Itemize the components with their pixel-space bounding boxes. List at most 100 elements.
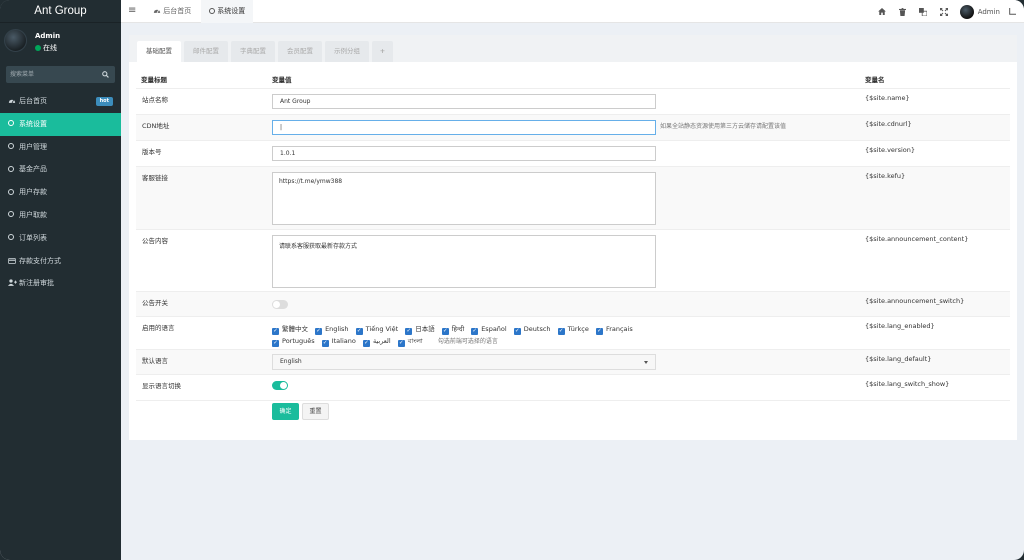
lang-checkbox-hi[interactable]: ✓ हिन्दी xyxy=(441,323,464,335)
sidebar-item-label: 新注册审批 xyxy=(19,279,54,288)
sidebar-item-user-withdrawals[interactable]: 用户取款 xyxy=(0,204,121,227)
row-var: {$site.lang_default} xyxy=(865,355,932,363)
hamburger-menu-icon[interactable]: ≡ xyxy=(128,5,136,16)
translate-icon[interactable] xyxy=(918,7,927,16)
select-value: English xyxy=(280,358,302,365)
config-tabs: 基础配置 邮件配置 字典配置 会员配置 示例分组 + xyxy=(129,35,1017,62)
search-icon[interactable] xyxy=(102,71,109,78)
sidebar-menu: 后台首页 hot 系统设置 用户管理 基金产品 用户存款 用户取款 订单列表 存… xyxy=(0,90,121,295)
cdn-url-input[interactable] xyxy=(272,120,656,135)
row-kefu: 客服链接 https://t.me/ymw388 {$site.kefu} xyxy=(136,166,1010,229)
row-var: {$site.announcement_content} xyxy=(865,235,969,243)
row-var: {$site.kefu} xyxy=(865,172,906,180)
default-language-select[interactable]: English xyxy=(272,354,656,370)
language-checkboxes: ✓ 繁體中文 ✓ English ✓ Tiếng Việt ✓ 日本語 ✓ हिन्दी … xyxy=(272,323,656,348)
sidebar-item-fund-products[interactable]: 基金产品 xyxy=(0,158,121,181)
top-username[interactable]: Admin xyxy=(978,8,1000,16)
row-var: {$site.name} xyxy=(865,94,910,102)
online-dot-icon xyxy=(35,44,41,51)
announcement-textarea[interactable]: 请联系客服获取最新存款方式 xyxy=(272,235,656,288)
settings-panel: 基础配置 邮件配置 字典配置 会员配置 示例分组 + 变量标题 变量值 变量名 … xyxy=(129,35,1017,440)
circle-icon xyxy=(8,181,17,204)
sidebar: Ant Group Admin 在线 后台首页 hot 系统设置 用户管理 xyxy=(0,0,121,560)
row-language-switch: 显示语言切换 {$site.lang_switch_show} xyxy=(136,374,1010,400)
sidebar-item-system-settings[interactable]: 系统设置 xyxy=(0,112,121,136)
tab-dictionary-config[interactable]: 字典配置 xyxy=(231,41,275,62)
sidebar-item-orders[interactable]: 订单列表 xyxy=(0,227,121,250)
sidebar-item-dashboard[interactable]: 后台首页 hot xyxy=(0,90,121,113)
lang-checkbox-bn[interactable]: ✓ বাংলা xyxy=(397,335,423,347)
lang-checkbox-es[interactable]: ✓ Español xyxy=(471,323,507,335)
cdn-hint: 如果全站静态资源使用第三方云储存请配置该值 xyxy=(660,123,787,130)
tab-system-settings[interactable]: 系统设置 xyxy=(201,0,254,23)
user-panel: Admin 在线 xyxy=(0,23,121,63)
dashboard-icon xyxy=(8,90,17,113)
row-label: CDN地址 xyxy=(142,122,170,130)
lang-checkbox-ar[interactable]: ✓ العربية xyxy=(362,335,391,347)
submit-button[interactable]: 确定 xyxy=(272,403,299,420)
kefu-link-textarea[interactable]: https://t.me/ymw388 xyxy=(272,172,656,225)
row-label: 默认语言 xyxy=(142,357,168,365)
top-toolbar: Admin xyxy=(865,0,1016,23)
tab-basic-config[interactable]: 基础配置 xyxy=(137,41,181,62)
sidebar-item-label: 后台首页 xyxy=(19,97,47,105)
row-label: 客服链接 xyxy=(142,174,168,182)
top-navbar: ≡ 后台首页 系统设置 Admin xyxy=(121,0,1024,23)
language-hint: 勾选前端可选择的语言 xyxy=(437,338,498,345)
lang-checkbox-it[interactable]: ✓ Italiano xyxy=(321,335,356,347)
row-default-language: 默认语言 English {$site.lang_default} xyxy=(136,349,1010,374)
credit-card-icon xyxy=(8,250,17,273)
sidebar-item-label: 订单列表 xyxy=(19,233,47,242)
home-icon[interactable] xyxy=(877,8,886,15)
lang-checkbox-tr[interactable]: ✓ Türkçe xyxy=(557,323,589,335)
sidebar-item-registration-approval[interactable]: 新注册审批 xyxy=(0,272,121,295)
sidebar-item-user-deposits[interactable]: 用户存款 xyxy=(0,181,121,204)
fullscreen-icon[interactable] xyxy=(939,7,948,16)
trash-icon[interactable] xyxy=(898,7,906,16)
lang-checkbox-fr[interactable]: ✓ Français xyxy=(595,323,633,335)
row-label: 启用的语言 xyxy=(142,324,175,332)
tab-label: 系统设置 xyxy=(217,7,246,15)
row-languages: 启用的语言 ✓ 繁體中文 ✓ English ✓ Tiếng Việt ✓ 日本語 ✓ ह… xyxy=(136,316,1010,349)
settings-toggle-icon[interactable] xyxy=(1009,8,1016,15)
lang-checkbox-zh-tw[interactable]: ✓ 繁體中文 xyxy=(272,323,308,335)
announcement-toggle[interactable] xyxy=(272,300,288,309)
app-window: Ant Group Admin 在线 后台首页 hot 系统设置 用户管理 xyxy=(0,0,1024,560)
row-label: 公告开关 xyxy=(142,299,168,307)
tab-dashboard[interactable]: 后台首页 xyxy=(145,0,199,23)
sidebar-search xyxy=(6,66,115,83)
add-tab-button[interactable]: + xyxy=(372,41,393,62)
lang-checkbox-en[interactable]: ✓ English xyxy=(315,323,349,335)
lang-checkbox-de[interactable]: ✓ Deutsch xyxy=(513,323,551,335)
circle-icon xyxy=(8,136,17,159)
reset-button[interactable]: 重置 xyxy=(302,403,329,420)
search-input[interactable] xyxy=(6,66,96,83)
dashboard-icon xyxy=(153,7,161,15)
sidebar-item-payment-methods[interactable]: 存款支付方式 xyxy=(0,250,121,273)
site-name-input[interactable] xyxy=(272,94,656,109)
sidebar-item-label: 系统设置 xyxy=(19,119,47,128)
row-site-name: 站点名称 {$site.name} xyxy=(136,88,1010,114)
circle-icon xyxy=(8,227,17,250)
sidebar-item-user-management[interactable]: 用户管理 xyxy=(0,136,121,159)
hot-badge: hot xyxy=(95,97,113,106)
sidebar-item-label: 用户取款 xyxy=(19,210,47,219)
sidebar-item-label: 存款支付方式 xyxy=(19,256,61,265)
brand-logo[interactable]: Ant Group xyxy=(0,0,121,23)
user-avatar[interactable] xyxy=(959,4,974,19)
lang-checkbox-vi[interactable]: ✓ Tiếng Việt xyxy=(355,323,398,335)
row-label: 版本号 xyxy=(142,148,162,156)
tab-example-group[interactable]: 示例分组 xyxy=(325,41,369,62)
tab-member-config[interactable]: 会员配置 xyxy=(278,41,322,62)
caret-down-icon xyxy=(644,361,648,364)
lang-checkbox-pt[interactable]: ✓ Português xyxy=(272,335,315,347)
language-switch-toggle[interactable] xyxy=(272,381,288,390)
user-name: Admin xyxy=(35,32,61,40)
row-var: {$site.cdnurl} xyxy=(865,120,912,128)
lang-checkbox-ja[interactable]: ✓ 日本語 xyxy=(405,323,435,335)
version-input[interactable] xyxy=(272,146,656,161)
sidebar-item-label: 用户管理 xyxy=(19,142,47,151)
tab-email-config[interactable]: 邮件配置 xyxy=(184,41,228,62)
tab-label: 后台首页 xyxy=(163,7,192,15)
row-version: 版本号 {$site.version} xyxy=(136,140,1010,166)
